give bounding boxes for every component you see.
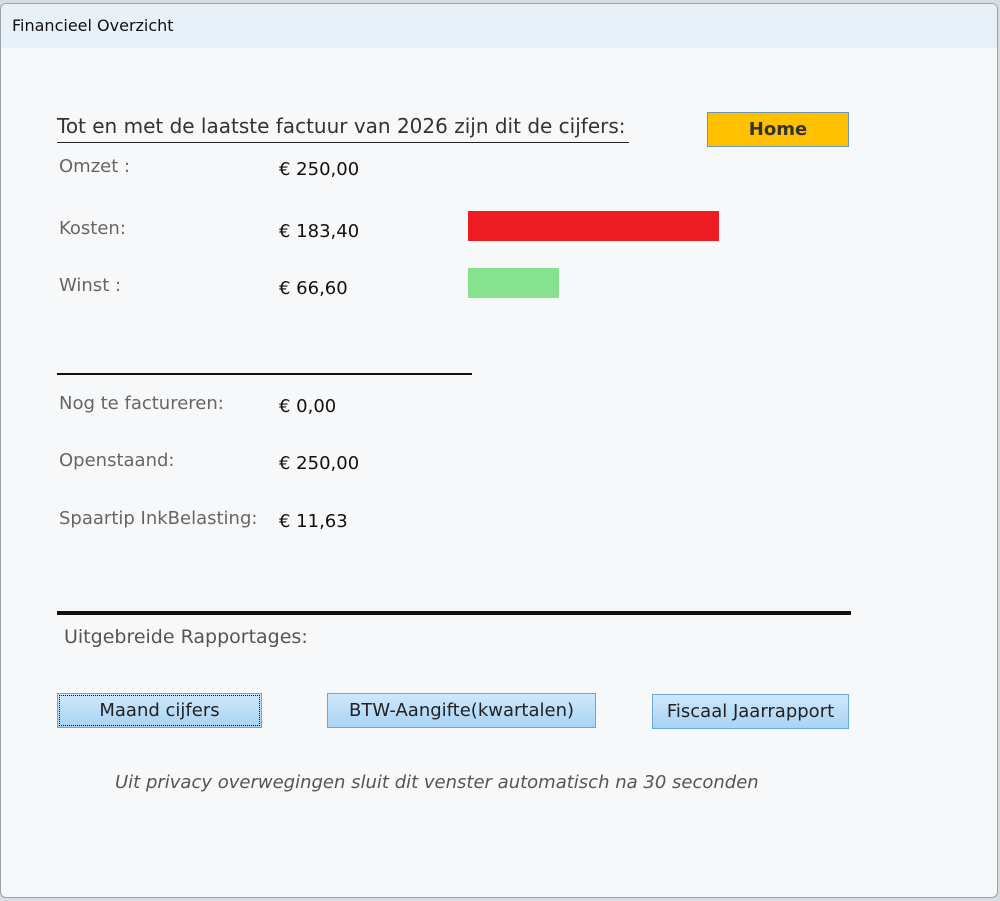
title-bar[interactable]: Financieel Overzicht	[1, 4, 997, 48]
spaartip-label: Spaartip InkBelasting:	[59, 508, 258, 529]
openstaand-label: Openstaand:	[59, 450, 175, 471]
maand-cijfers-button[interactable]: Maand cijfers	[57, 693, 262, 728]
reports-divider	[57, 611, 851, 615]
nog-te-factureren-label: Nog te factureren:	[59, 393, 224, 414]
home-button[interactable]: Home	[707, 112, 849, 147]
winst-value: € 66,60	[279, 278, 348, 299]
openstaand-value: € 250,00	[279, 453, 360, 474]
winst-bar	[468, 268, 559, 298]
omzet-value: € 250,00	[279, 159, 360, 180]
kosten-label: Kosten:	[59, 218, 126, 239]
financial-overview-window: Financieel Overzicht Tot en met de laats…	[0, 3, 998, 898]
omzet-label: Omzet :	[59, 156, 131, 177]
kosten-bar	[468, 211, 719, 241]
winst-label: Winst :	[59, 275, 122, 296]
kosten-value: € 183,40	[279, 221, 360, 242]
btw-aangifte-button[interactable]: BTW-Aangifte(kwartalen)	[327, 693, 596, 728]
privacy-note: Uit privacy overwegingen sluit dit venst…	[115, 772, 759, 793]
spaartip-value: € 11,63	[279, 511, 348, 532]
summary-divider	[57, 373, 472, 375]
nog-te-factureren-value: € 0,00	[279, 396, 337, 417]
window-title: Financieel Overzicht	[12, 16, 174, 35]
summary-heading: Tot en met de laatste factuur van 2026 z…	[57, 114, 629, 143]
fiscaal-jaarrapport-button[interactable]: Fiscaal Jaarrapport	[652, 694, 849, 729]
reports-title: Uitgebreide Rapportages:	[64, 626, 308, 648]
